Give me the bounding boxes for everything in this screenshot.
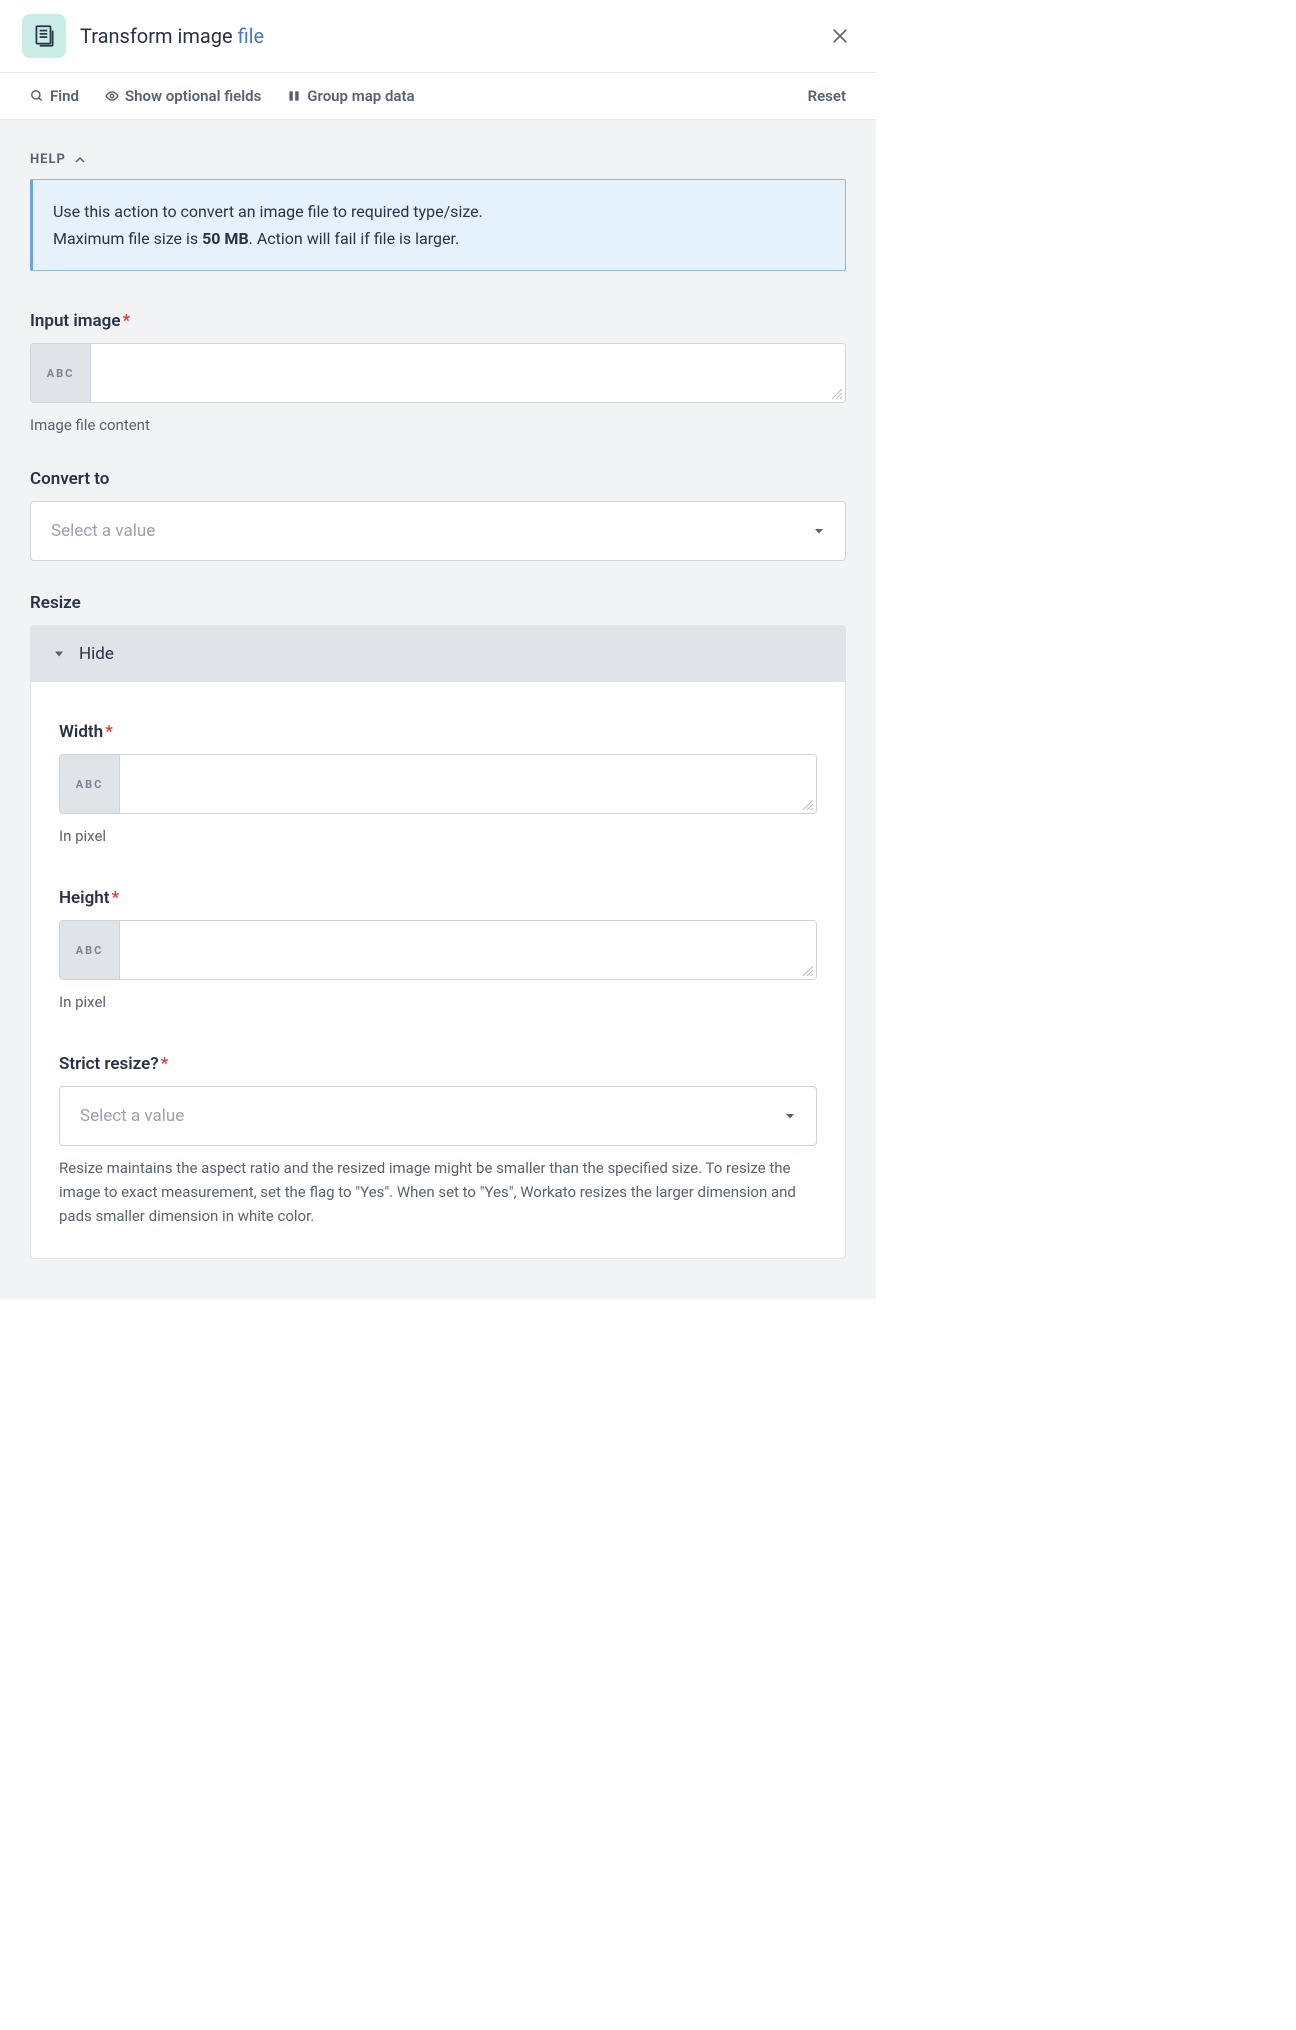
resize-card-body: Width* ABC xyxy=(31,682,845,1258)
strict-resize-group: Strict resize?* Select a value Resize ma… xyxy=(59,1054,817,1228)
show-optional-label: Show optional fields xyxy=(125,87,261,105)
required-marker: * xyxy=(111,888,119,908)
input-image-field[interactable]: ABC xyxy=(30,343,846,403)
panel-body: HELP Use this action to convert an image… xyxy=(0,120,876,1299)
resize-grip-icon xyxy=(801,964,813,976)
convert-to-placeholder: Select a value xyxy=(51,521,155,541)
required-marker: * xyxy=(161,1054,169,1074)
convert-to-group: Convert to Select a value xyxy=(30,469,846,561)
chevron-up-icon xyxy=(74,154,86,166)
strict-resize-label: Strict resize?* xyxy=(59,1054,817,1074)
caret-down-icon xyxy=(813,525,825,537)
resize-card: Hide Width* ABC xyxy=(30,625,846,1259)
transform-image-panel: Transform image file Find Show optional … xyxy=(0,0,876,1370)
find-label: Find xyxy=(50,87,79,105)
height-label: Height* xyxy=(59,888,817,908)
help-toggle-label: HELP xyxy=(30,152,66,167)
height-help: In pixel xyxy=(59,990,817,1014)
close-button[interactable] xyxy=(826,22,854,50)
width-field[interactable]: ABC xyxy=(59,754,817,814)
resize-group: Resize Hide Width* ABC xyxy=(30,593,846,1259)
strict-resize-placeholder: Select a value xyxy=(80,1106,184,1126)
input-image-group: Input image* ABC Image file content xyxy=(30,311,846,437)
abc-badge: ABC xyxy=(60,921,120,979)
required-marker: * xyxy=(105,722,113,742)
caret-down-icon xyxy=(784,1110,796,1122)
panel-header: Transform image file xyxy=(0,0,876,73)
abc-badge: ABC xyxy=(60,755,120,813)
height-textarea[interactable] xyxy=(120,921,816,979)
triangle-down-icon xyxy=(53,648,65,660)
show-optional-button[interactable]: Show optional fields xyxy=(105,87,261,105)
height-field[interactable]: ABC xyxy=(59,920,817,980)
reset-label: Reset xyxy=(808,87,846,105)
height-group: Height* ABC xyxy=(59,888,817,1014)
title-link[interactable]: file xyxy=(238,24,265,48)
help-line2: Maximum file size is 50 MB. Action will … xyxy=(53,225,825,252)
reset-button[interactable]: Reset xyxy=(808,87,846,105)
convert-to-label: Convert to xyxy=(30,469,846,489)
strict-resize-help: Resize maintains the aspect ratio and th… xyxy=(59,1156,817,1228)
input-image-textarea[interactable] xyxy=(91,344,845,402)
convert-to-select[interactable]: Select a value xyxy=(30,501,846,561)
eye-icon xyxy=(105,89,119,103)
document-stack-icon xyxy=(31,23,57,49)
panel-title: Transform image file xyxy=(80,24,264,48)
required-marker: * xyxy=(123,311,131,331)
close-icon xyxy=(830,26,850,46)
search-icon xyxy=(30,89,44,103)
find-button[interactable]: Find xyxy=(30,87,79,105)
abc-badge: ABC xyxy=(31,344,91,402)
group-map-label: Group map data xyxy=(307,87,414,105)
help-box: Use this action to convert an image file… xyxy=(30,179,846,271)
width-textarea[interactable] xyxy=(120,755,816,813)
width-group: Width* ABC xyxy=(59,722,817,848)
strict-resize-select[interactable]: Select a value xyxy=(59,1086,817,1146)
resize-hide-toggle[interactable]: Hide xyxy=(31,626,845,682)
input-image-help: Image file content xyxy=(30,413,846,437)
map-icon xyxy=(287,89,301,103)
resize-grip-icon xyxy=(830,387,842,399)
hide-label: Hide xyxy=(79,644,114,664)
toolbar: Find Show optional fields Group map data… xyxy=(0,73,876,120)
group-map-button[interactable]: Group map data xyxy=(287,87,414,105)
help-toggle[interactable]: HELP xyxy=(30,152,86,167)
title-text: Transform image xyxy=(80,24,238,48)
help-line1: Use this action to convert an image file… xyxy=(53,198,825,225)
input-image-label: Input image* xyxy=(30,311,846,331)
width-help: In pixel xyxy=(59,824,817,848)
width-label: Width* xyxy=(59,722,817,742)
resize-grip-icon xyxy=(801,798,813,810)
action-icon xyxy=(22,14,66,58)
resize-label: Resize xyxy=(30,593,846,613)
